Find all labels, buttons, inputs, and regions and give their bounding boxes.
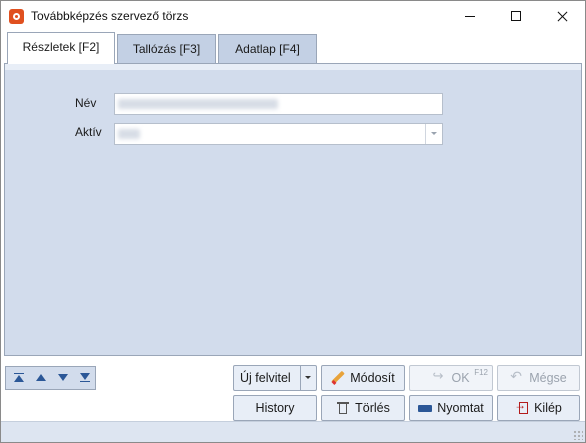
exit-icon [514, 398, 529, 415]
cancel-button[interactable]: Mégse [497, 365, 580, 391]
next-record-icon[interactable] [56, 371, 70, 385]
modify-label: Módosít [350, 371, 395, 385]
undo-icon [510, 368, 524, 385]
ok-shortcut: F12 [474, 368, 488, 377]
history-label: History [255, 401, 295, 415]
details-panel: Név Aktív [4, 63, 582, 356]
confirm-arrow-icon [432, 368, 446, 385]
resize-grip-icon[interactable] [573, 430, 583, 440]
tab-bar: Részletek [F2] Tallózás [F3] Adatlap [F4… [1, 31, 585, 64]
new-record-dropdown[interactable] [300, 366, 316, 390]
close-button[interactable] [539, 1, 585, 31]
tab-reszletek[interactable]: Részletek [F2] [7, 32, 115, 64]
first-record-icon[interactable] [12, 371, 26, 385]
trash-icon [336, 401, 350, 415]
pencil-icon [331, 371, 345, 385]
history-button[interactable]: History [233, 395, 317, 421]
nev-value-redacted [118, 99, 278, 109]
nev-field[interactable] [114, 93, 443, 115]
main-window: Továbbképzés szervező törzs Részletek [F… [0, 0, 586, 443]
printer-icon [418, 401, 433, 415]
record-navigator [5, 366, 96, 390]
tab-adatlap[interactable]: Adatlap [F4] [218, 34, 317, 64]
ok-label: OK [451, 371, 470, 385]
modify-button[interactable]: Módosít [321, 365, 405, 391]
status-bar [1, 421, 585, 442]
last-record-icon[interactable] [78, 371, 92, 385]
print-button[interactable]: Nyomtat [409, 395, 493, 421]
aktiv-select[interactable] [114, 123, 443, 145]
exit-button[interactable]: Kilép [497, 395, 580, 421]
maximize-button[interactable] [493, 1, 539, 31]
aktiv-value-redacted [118, 129, 140, 139]
new-record-label: Új felvitel [240, 371, 291, 385]
delete-label: Törlés [355, 401, 390, 415]
prev-record-icon[interactable] [34, 371, 48, 385]
exit-label: Kilép [534, 401, 562, 415]
cancel-label: Mégse [529, 371, 567, 385]
chevron-down-icon[interactable] [425, 124, 442, 144]
print-label: Nyomtat [437, 401, 484, 415]
minimize-button[interactable] [447, 1, 493, 31]
delete-button[interactable]: Törlés [321, 395, 405, 421]
tab-tallozas[interactable]: Tallózás [F3] [117, 34, 216, 64]
window-title: Továbbképzés szervező törzs [31, 9, 189, 23]
ok-button[interactable]: OK F12 [409, 365, 493, 391]
new-record-button[interactable]: Új felvitel [233, 365, 317, 391]
panel-header-strip [5, 64, 581, 70]
aktiv-label: Aktív [75, 125, 102, 139]
nev-label: Név [75, 96, 97, 110]
app-logo-icon [9, 9, 24, 24]
title-bar: Továbbképzés szervező törzs [1, 1, 585, 31]
